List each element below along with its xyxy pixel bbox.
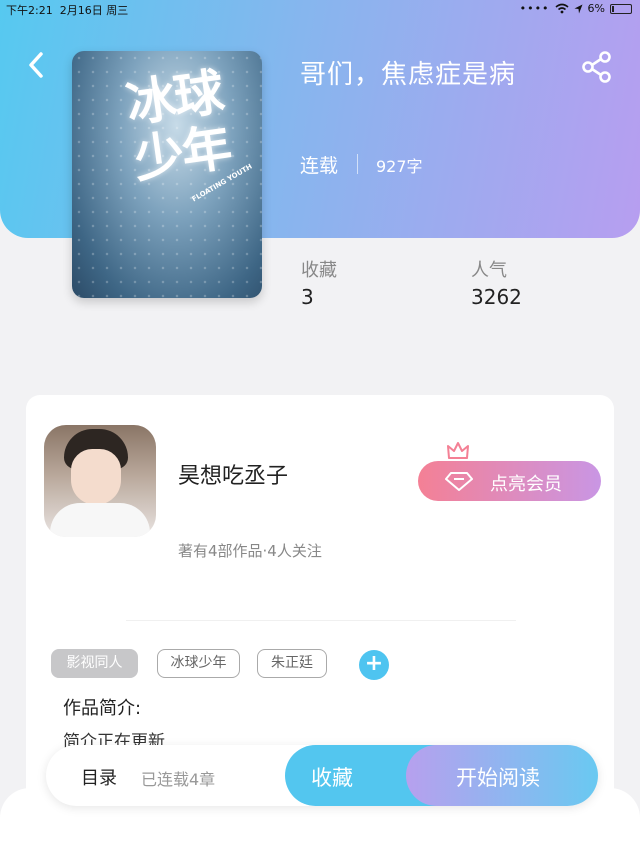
word-count: 927字	[376, 157, 423, 176]
battery-percent: 6%	[587, 2, 605, 15]
cover-title-art: 冰球少年	[122, 61, 234, 190]
start-reading-label: 开始阅读	[456, 766, 540, 790]
battery-icon	[610, 3, 632, 14]
status-bar: 下午2:21 2月16日 周三 •••• 6%	[0, 0, 640, 20]
author-meta: 著有4部作品·4人关注	[178, 542, 322, 560]
status-divider	[357, 154, 358, 174]
share-icon	[582, 51, 611, 83]
book-title: 哥们，焦虑症是病	[300, 60, 517, 90]
chevron-left-icon	[29, 52, 43, 78]
tag[interactable]: 冰球少年	[157, 649, 240, 678]
book-status: 连载	[300, 155, 339, 177]
avatar[interactable]	[44, 425, 156, 537]
stat-value-popularity: 3262	[471, 285, 522, 309]
diamond-icon	[445, 472, 473, 491]
crown-icon	[447, 442, 469, 459]
location-icon	[574, 4, 583, 13]
wifi-icon	[555, 3, 569, 14]
tag-filled[interactable]: 影视同人	[51, 649, 138, 678]
intro-heading: 作品简介:	[63, 698, 142, 719]
stat-label-popularity: 人气	[471, 260, 507, 281]
book-cover[interactable]: 冰球少年 FLOATING YOUTH	[72, 51, 262, 298]
add-tag-button[interactable]: +	[359, 650, 389, 680]
tag[interactable]: 朱正廷	[257, 649, 327, 678]
collect-button-label: 收藏	[311, 766, 353, 790]
vip-button-label: 点亮会员	[490, 474, 562, 495]
back-button[interactable]	[22, 48, 52, 82]
stat-label-favorites: 收藏	[301, 260, 337, 281]
share-button[interactable]	[580, 50, 614, 84]
divider	[126, 620, 516, 621]
status-date: 2月16日 周三	[59, 4, 129, 17]
chapter-count: 已连载4章	[141, 770, 216, 789]
status-time: 下午2:21	[6, 4, 53, 17]
toc-button[interactable]: 目录	[81, 764, 117, 790]
stat-value-favorites: 3	[301, 285, 314, 309]
author-name[interactable]: 昊想吃丞子	[178, 458, 288, 490]
signal-dots-icon: ••••	[519, 2, 550, 15]
